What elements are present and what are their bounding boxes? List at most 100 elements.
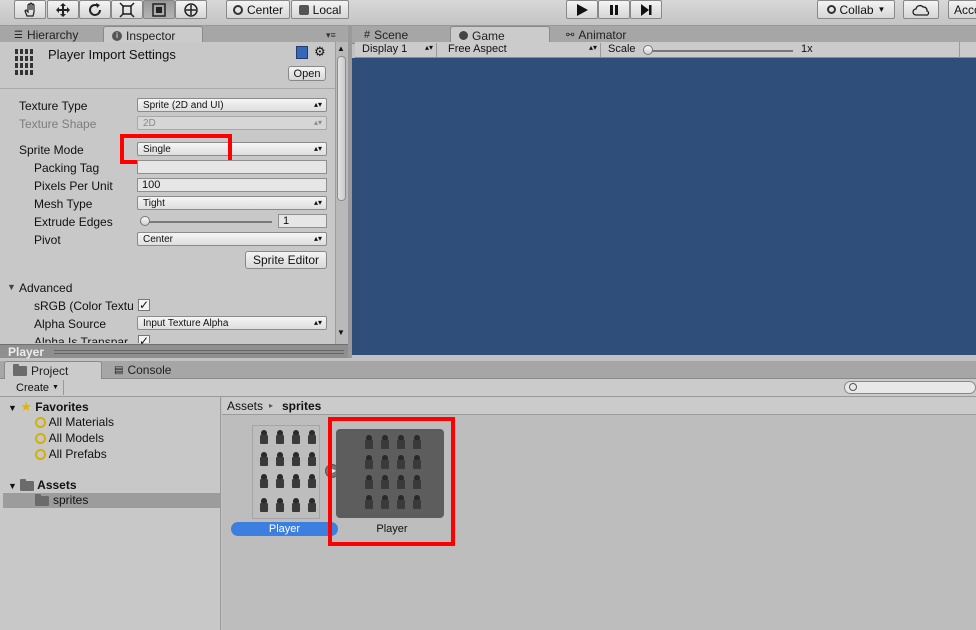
dropdown-arrows-icon: ▴▾: [313, 198, 322, 207]
dropdown-arrows-icon: ▴▾: [313, 118, 322, 127]
favorite-item-label: All Models: [48, 431, 105, 445]
scale-slider-thumb[interactable]: [643, 45, 653, 55]
texture-shape-value: 2D: [143, 117, 156, 129]
settings-gear-icon[interactable]: ⚙: [314, 44, 326, 60]
extrude-edges-slider-track[interactable]: [140, 221, 272, 223]
inspector-scrollbar-thumb[interactable]: [337, 56, 346, 201]
help-book-icon[interactable]: [296, 46, 308, 59]
pause-icon: [610, 4, 618, 15]
cloud-icon: [912, 4, 930, 16]
mesh-type-dropdown[interactable]: Tight ▴▾: [137, 196, 327, 210]
foldout-arrow-icon: ▼: [8, 481, 17, 491]
packing-tag-field[interactable]: [137, 160, 327, 174]
animator-icon: ⚯: [566, 29, 575, 41]
breadcrumb-sprites[interactable]: sprites: [282, 399, 321, 413]
asset-name-label[interactable]: Player: [231, 522, 338, 536]
pivot-local-button[interactable]: Local: [291, 0, 349, 19]
sprite-highlight-box: [328, 417, 455, 546]
tab-project-label: Project: [31, 363, 69, 378]
srgb-checkbox[interactable]: ✓: [138, 299, 150, 311]
dropdown-arrows-icon: ▴▾: [313, 234, 322, 243]
preview-footer-label: Player: [8, 345, 45, 359]
mesh-type-value: Tight: [143, 197, 165, 209]
pivot-icon: [232, 4, 243, 15]
advanced-foldout-label[interactable]: Advanced: [19, 281, 72, 295]
sprite-editor-button[interactable]: Sprite Editor: [245, 251, 327, 269]
scale-tool-button[interactable]: [111, 0, 143, 19]
cloud-button[interactable]: [903, 0, 939, 19]
folder-icon: [20, 478, 35, 491]
alpha-source-dropdown[interactable]: Input Texture Alpha ▴▾: [137, 316, 327, 330]
texture-type-label: Texture Type: [19, 99, 88, 113]
move-tool-button[interactable]: [47, 0, 79, 19]
foldout-arrow-icon[interactable]: ▼: [7, 282, 16, 292]
pause-button[interactable]: [598, 0, 630, 19]
dropdown-arrows-icon: ▴▾: [313, 144, 322, 153]
game-view[interactable]: [352, 58, 976, 355]
scroll-up-arrow-icon[interactable]: ▲: [337, 44, 345, 53]
favorite-item[interactable]: All Materials: [35, 415, 114, 429]
display-dropdown[interactable]: Display 1 ▴▾: [359, 43, 437, 57]
pivot-local-label: Local: [312, 2, 342, 17]
dropdown-arrows-icon: ▴▾: [424, 43, 433, 52]
preview-footer[interactable]: Player: [0, 344, 348, 359]
pivot-center-label: Center: [246, 2, 284, 17]
drag-handle-lines[interactable]: [54, 350, 344, 354]
folder-icon: [13, 363, 27, 376]
asset-texture-thumbnail[interactable]: [252, 425, 320, 519]
aspect-dropdown[interactable]: Free Aspect ▴▾: [445, 43, 601, 57]
rotate-tool-button[interactable]: [79, 0, 111, 19]
extrude-edges-field[interactable]: 1: [278, 214, 327, 228]
breadcrumb-assets[interactable]: Assets: [227, 399, 263, 413]
favorites-item[interactable]: ▼ ★ Favorites: [8, 399, 89, 415]
tab-scene-label: Scene: [374, 28, 409, 42]
assets-folder-item[interactable]: ▼ Assets: [8, 478, 77, 492]
tab-animator-label: Animator: [578, 28, 627, 42]
alpha-source-value: Input Texture Alpha: [143, 317, 229, 329]
packing-tag-label: Packing Tag: [34, 161, 100, 175]
hand-tool-button[interactable]: [14, 0, 46, 19]
scroll-down-arrow-icon[interactable]: ▼: [337, 328, 345, 337]
dropdown-arrows-icon: ▴▾: [313, 100, 322, 109]
texture-shape-label: Texture Shape: [19, 117, 97, 131]
pivot-center-button[interactable]: Center: [226, 0, 290, 19]
header-divider: [0, 88, 336, 89]
tab-console-label: Console: [127, 363, 172, 377]
tab-menu-icon[interactable]: ▾≡: [326, 30, 336, 41]
step-button[interactable]: [630, 0, 662, 19]
assets-label: Assets: [37, 478, 77, 492]
dropdown-arrows-icon: ▴▾: [588, 43, 597, 52]
account-button[interactable]: Acco: [948, 0, 976, 19]
create-dropdown[interactable]: Create ▼: [12, 380, 64, 395]
open-button[interactable]: Open: [288, 66, 326, 81]
pivot-dropdown[interactable]: Center ▴▾: [137, 232, 327, 246]
play-button[interactable]: [566, 0, 598, 19]
sprites-folder-item[interactable]: sprites: [3, 493, 220, 508]
tab-project[interactable]: Project: [4, 361, 102, 379]
project-assets-pane: Assets ▸ sprites Player ▶ Player: [222, 397, 976, 630]
project-toolbar: Create ▼: [0, 379, 976, 397]
console-icon: ▤: [114, 364, 124, 376]
local-icon: [298, 4, 309, 15]
alpha-is-transparency-checkbox[interactable]: ✓: [138, 335, 150, 344]
list-icon: ☰: [14, 29, 23, 41]
search-input[interactable]: [844, 381, 976, 394]
rect-tool-button[interactable]: [143, 0, 175, 19]
scale-slider-track[interactable]: [645, 50, 793, 52]
tab-console[interactable]: ▤ Console: [106, 361, 179, 379]
favorite-item[interactable]: All Models: [35, 431, 104, 445]
account-label: Acco: [954, 2, 976, 17]
search-filter-icon: [35, 417, 46, 429]
extrude-edges-slider-thumb[interactable]: [140, 216, 150, 226]
inspector-panel: Player Import Settings ⚙ Open Texture Ty…: [0, 42, 348, 344]
scale-label: Scale: [608, 43, 636, 55]
collab-button[interactable]: Collab ▼: [817, 0, 895, 19]
texture-type-dropdown[interactable]: Sprite (2D and UI) ▴▾: [137, 98, 327, 112]
favorite-item[interactable]: All Prefabs: [35, 447, 107, 461]
play-icon: [577, 3, 588, 16]
pixels-per-unit-field[interactable]: 100: [137, 178, 327, 192]
transform-tool-button[interactable]: [175, 0, 207, 19]
create-label: Create: [16, 381, 50, 394]
texture-type-value: Sprite (2D and UI): [143, 99, 224, 111]
rotate-icon: [89, 2, 101, 16]
